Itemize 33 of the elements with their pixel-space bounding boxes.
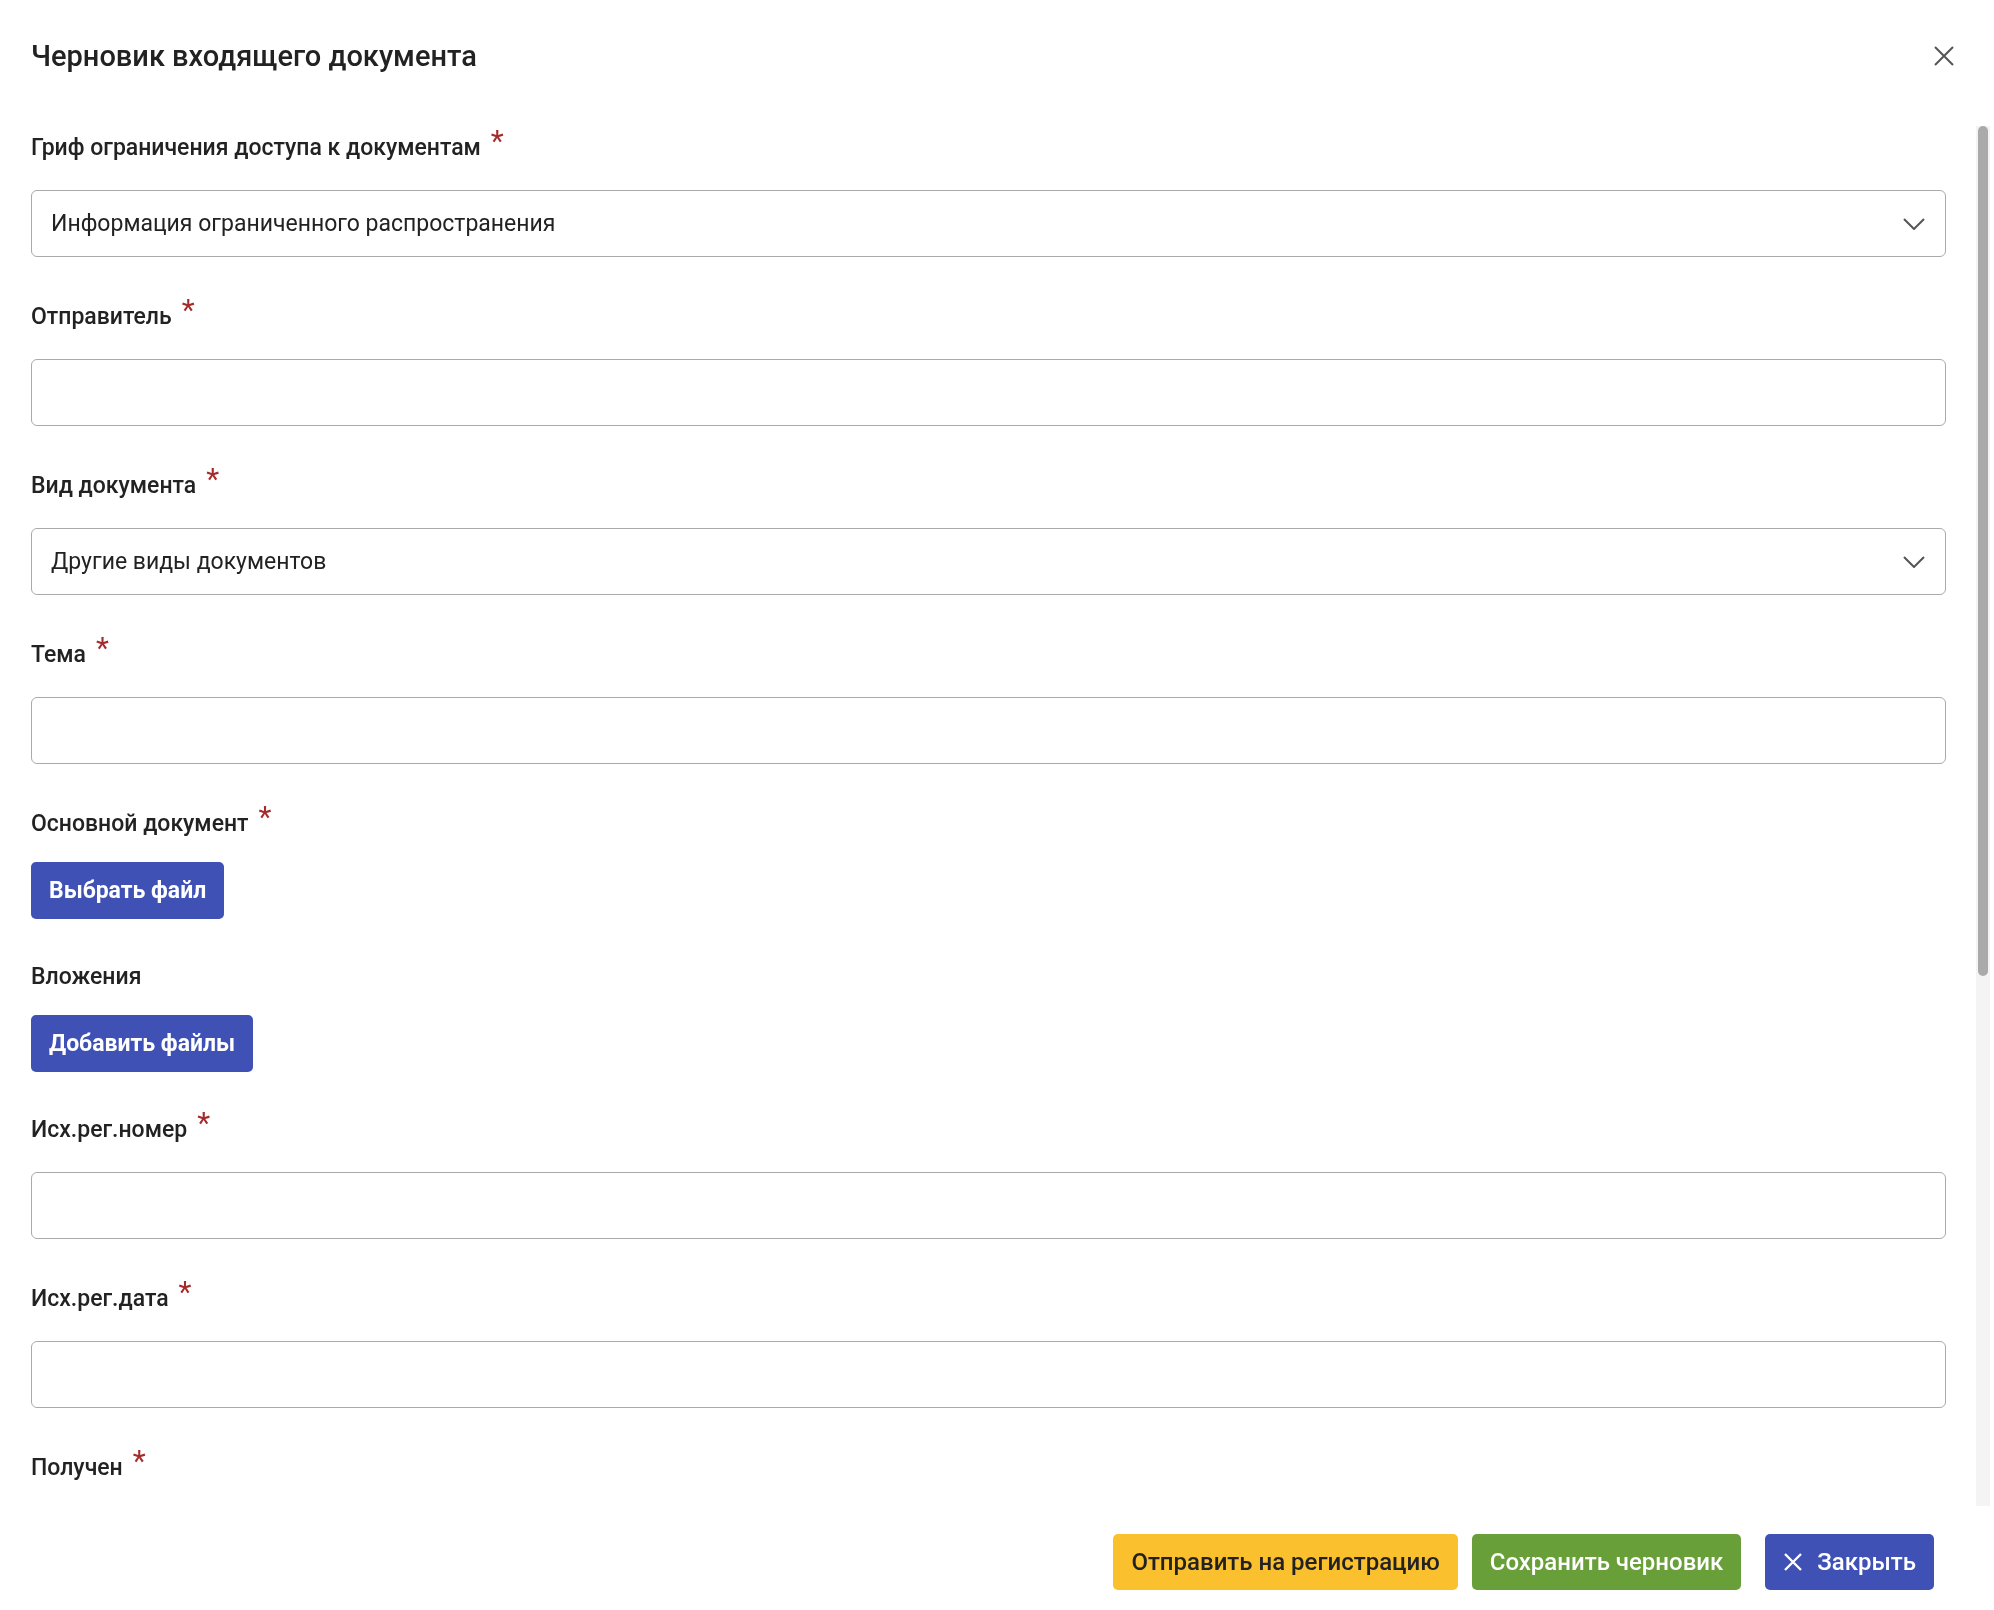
scrollbar-thumb[interactable] bbox=[1978, 126, 1988, 976]
required-mark: * bbox=[178, 1277, 192, 1309]
input-field[interactable] bbox=[31, 697, 1946, 764]
field-label: Получен bbox=[31, 1454, 123, 1481]
close-button[interactable]: Закрыть bbox=[1765, 1534, 1934, 1590]
field-label: Исх.рег.дата bbox=[31, 1285, 169, 1312]
field-label: Гриф ограничения доступа к документам bbox=[31, 134, 481, 161]
required-mark: * bbox=[490, 126, 504, 158]
required-mark: * bbox=[95, 633, 109, 665]
required-mark: * bbox=[258, 802, 272, 834]
field-label: Основной документ bbox=[31, 810, 249, 837]
select-field[interactable]: Другие виды документов bbox=[31, 528, 1946, 595]
required-mark: * bbox=[181, 295, 195, 327]
input-field[interactable] bbox=[31, 1172, 1946, 1239]
close-icon[interactable] bbox=[1932, 44, 1956, 68]
chevron-down-icon bbox=[1903, 217, 1925, 230]
close-icon bbox=[1783, 1552, 1804, 1572]
select-field[interactable]: Информация ограниченного распространения bbox=[31, 190, 1946, 257]
chevron-down-icon bbox=[1903, 555, 1925, 568]
field-label: Отправитель bbox=[31, 303, 172, 330]
required-mark: * bbox=[206, 464, 220, 496]
file-button[interactable]: Выбрать файл bbox=[31, 862, 225, 919]
field-label: Исх.рег.номер bbox=[31, 1116, 188, 1143]
file-button[interactable]: Добавить файлы bbox=[31, 1015, 254, 1072]
required-mark: * bbox=[132, 1446, 146, 1478]
dialog-title: Черновик входящего документа bbox=[31, 39, 477, 73]
field-label: Вложения bbox=[31, 963, 142, 990]
submit-button[interactable]: Отправить на регистрацию bbox=[1113, 1534, 1458, 1590]
field-label: Тема bbox=[31, 641, 86, 668]
input-field[interactable] bbox=[31, 359, 1946, 426]
field-label: Вид документа bbox=[31, 472, 197, 499]
required-mark: * bbox=[197, 1108, 211, 1140]
input-field[interactable] bbox=[31, 1341, 1946, 1408]
